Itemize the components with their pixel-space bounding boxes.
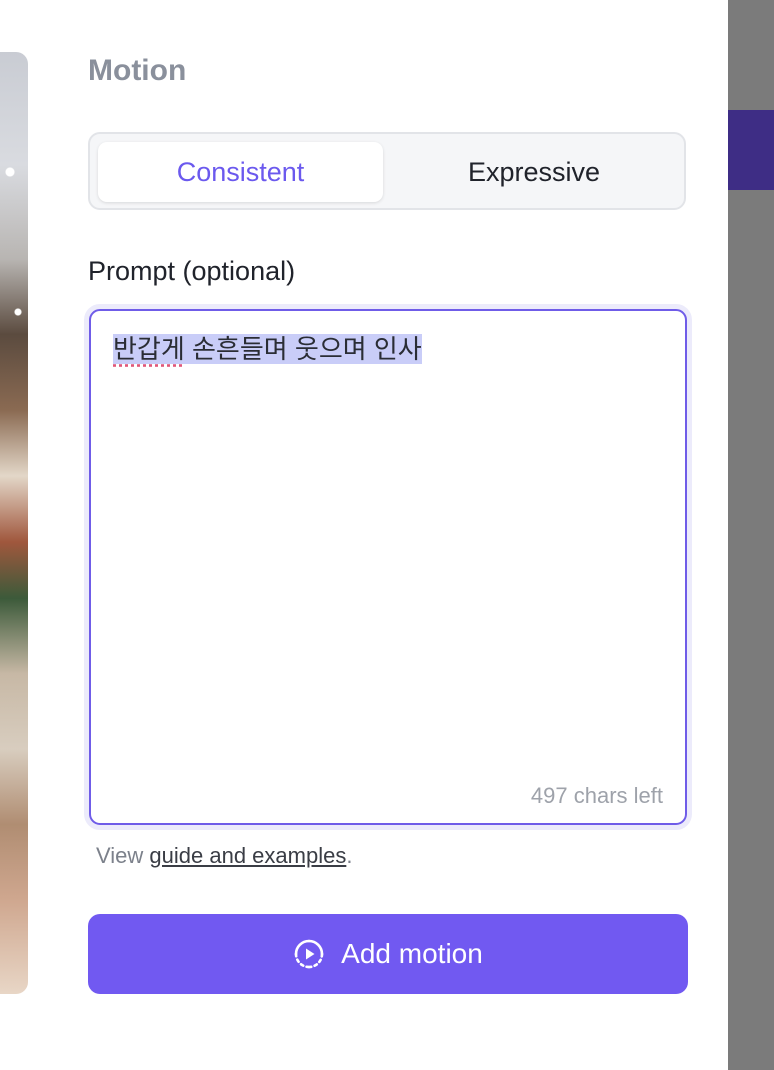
chars-left-counter: 497 chars left (530, 783, 663, 808)
add-motion-label: Add motion (341, 938, 483, 969)
section-title: Motion (88, 54, 187, 87)
prompt-textarea[interactable]: 반갑게 손흔들며 웃으며 인사 497 chars left (89, 309, 687, 825)
prompt-focus-ring: 반갑게 손흔들며 웃으며 인사 497 chars left (84, 304, 692, 830)
guide-suffix: . (346, 843, 353, 868)
add-motion-button[interactable]: Add motion (88, 914, 688, 994)
motion-panel: Motion Consistent Expressive Prompt (opt… (0, 0, 728, 1070)
guide-link[interactable]: guide and examples (149, 843, 346, 868)
option-expressive[interactable]: Expressive (388, 142, 680, 202)
background-purple-bar (728, 110, 774, 190)
guide-prefix: View (96, 843, 150, 868)
prompt-text: 반갑게 손흔들며 웃으며 인사 (113, 331, 422, 367)
option-consistent[interactable]: Consistent (98, 142, 383, 202)
motion-mode-toggle: Consistent Expressive (88, 132, 686, 210)
play-circle-icon (293, 938, 325, 970)
prompt-label: Prompt (optional) (88, 256, 296, 286)
guide-text: View guide and examples. (96, 843, 352, 869)
image-preview (0, 52, 28, 994)
prompt-text-first-word: 반갑게 (113, 334, 185, 364)
prompt-text-rest: 손흔들며 웃으며 인사 (184, 334, 422, 364)
